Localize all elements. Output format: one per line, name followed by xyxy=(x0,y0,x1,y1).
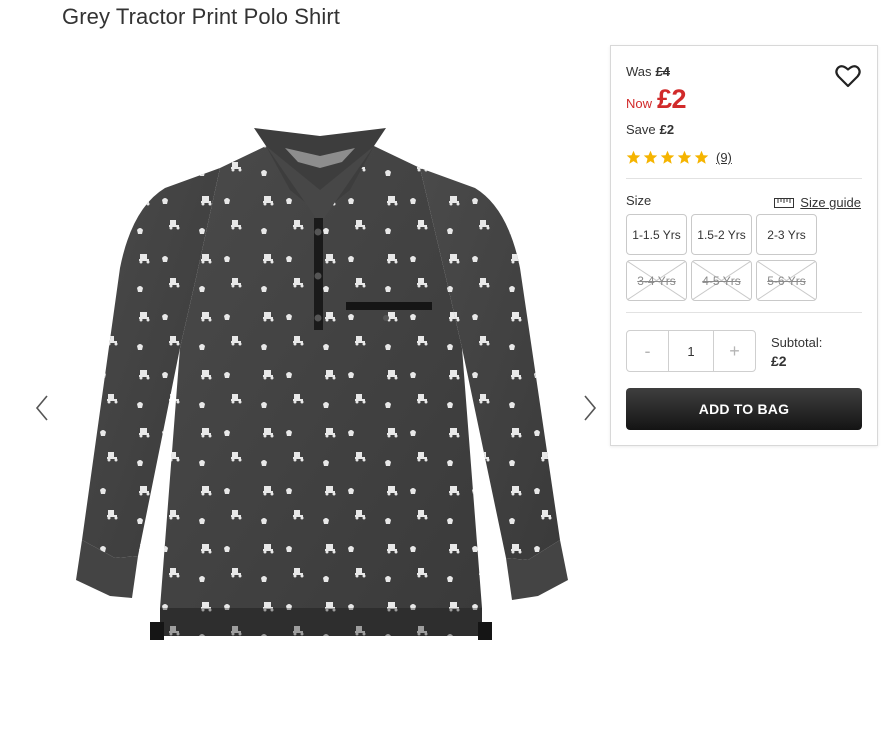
size-option-label: 1-1.5 Yrs xyxy=(632,227,681,242)
star-icon xyxy=(677,150,692,164)
star-icon xyxy=(643,150,658,164)
size-label: Size xyxy=(626,193,652,208)
now-price-row: Now £2 xyxy=(626,84,687,115)
product-title: Grey Tractor Print Polo Shirt xyxy=(62,4,340,29)
was-price: £4 xyxy=(655,64,670,79)
was-price-row: Was £4 xyxy=(626,64,670,79)
gallery-prev-button[interactable] xyxy=(30,392,54,424)
save-amount: £2 xyxy=(659,122,675,137)
rating-row: (9) xyxy=(626,150,732,165)
size-option[interactable]: 2-3 Yrs xyxy=(756,214,817,255)
size-guide-label: Size guide xyxy=(800,195,861,210)
heart-icon xyxy=(835,65,861,88)
size-option-label: 3-4 Yrs xyxy=(637,273,676,288)
product-gallery xyxy=(30,100,610,680)
size-option-label: 2-3 Yrs xyxy=(767,227,806,242)
divider xyxy=(626,178,862,179)
size-option-label: 5-6 Yrs xyxy=(767,273,806,288)
favourite-button[interactable] xyxy=(835,64,861,88)
size-option-label: 1.5-2 Yrs xyxy=(697,227,746,242)
size-option[interactable]: 1.5-2 Yrs xyxy=(691,214,752,255)
subtotal-label: Subtotal: xyxy=(771,335,823,350)
save-row: Save £2 xyxy=(626,122,674,137)
subtotal: Subtotal: £2 xyxy=(771,334,822,370)
size-option-label: 4-5 Yrs xyxy=(702,273,741,288)
size-option-unavailable[interactable]: 4-5 Yrs xyxy=(691,260,752,301)
size-option[interactable]: 1-1.5 Yrs xyxy=(626,214,687,255)
quantity-input[interactable] xyxy=(669,331,713,371)
size-option-unavailable[interactable]: 5-6 Yrs xyxy=(756,260,817,301)
add-to-bag-button[interactable]: ADD TO BAG xyxy=(626,388,862,430)
quantity-increase-button[interactable]: + xyxy=(713,331,755,371)
was-label: Was xyxy=(626,64,652,79)
now-label: Now xyxy=(626,96,653,111)
now-price: £2 xyxy=(657,84,687,114)
size-options: 1-1.5 Yrs 1.5-2 Yrs 2-3 Yrs 3-4 Yrs 4-5 Yrs 5… xyxy=(626,214,826,301)
size-guide-link[interactable]: Size guide xyxy=(774,195,861,210)
quantity-decrease-button[interactable]: - xyxy=(627,331,669,371)
star-rating xyxy=(626,150,711,165)
purchase-panel: Was £4 Now £2 Save £2 (9) Size Size guide … xyxy=(610,45,878,446)
chevron-right-icon xyxy=(584,395,597,421)
subtotal-value: £2 xyxy=(771,353,787,369)
gallery-next-button[interactable] xyxy=(578,392,602,424)
divider xyxy=(626,312,862,313)
save-label: Save xyxy=(626,122,656,137)
star-icon xyxy=(694,150,709,164)
product-image xyxy=(76,128,568,640)
ruler-icon xyxy=(774,197,795,208)
review-count-link[interactable]: (9) xyxy=(716,150,732,165)
size-option-unavailable[interactable]: 3-4 Yrs xyxy=(626,260,687,301)
star-icon xyxy=(626,150,641,164)
quantity-stepper: - + xyxy=(626,330,756,372)
chevron-left-icon xyxy=(35,395,48,421)
star-icon xyxy=(660,150,675,164)
